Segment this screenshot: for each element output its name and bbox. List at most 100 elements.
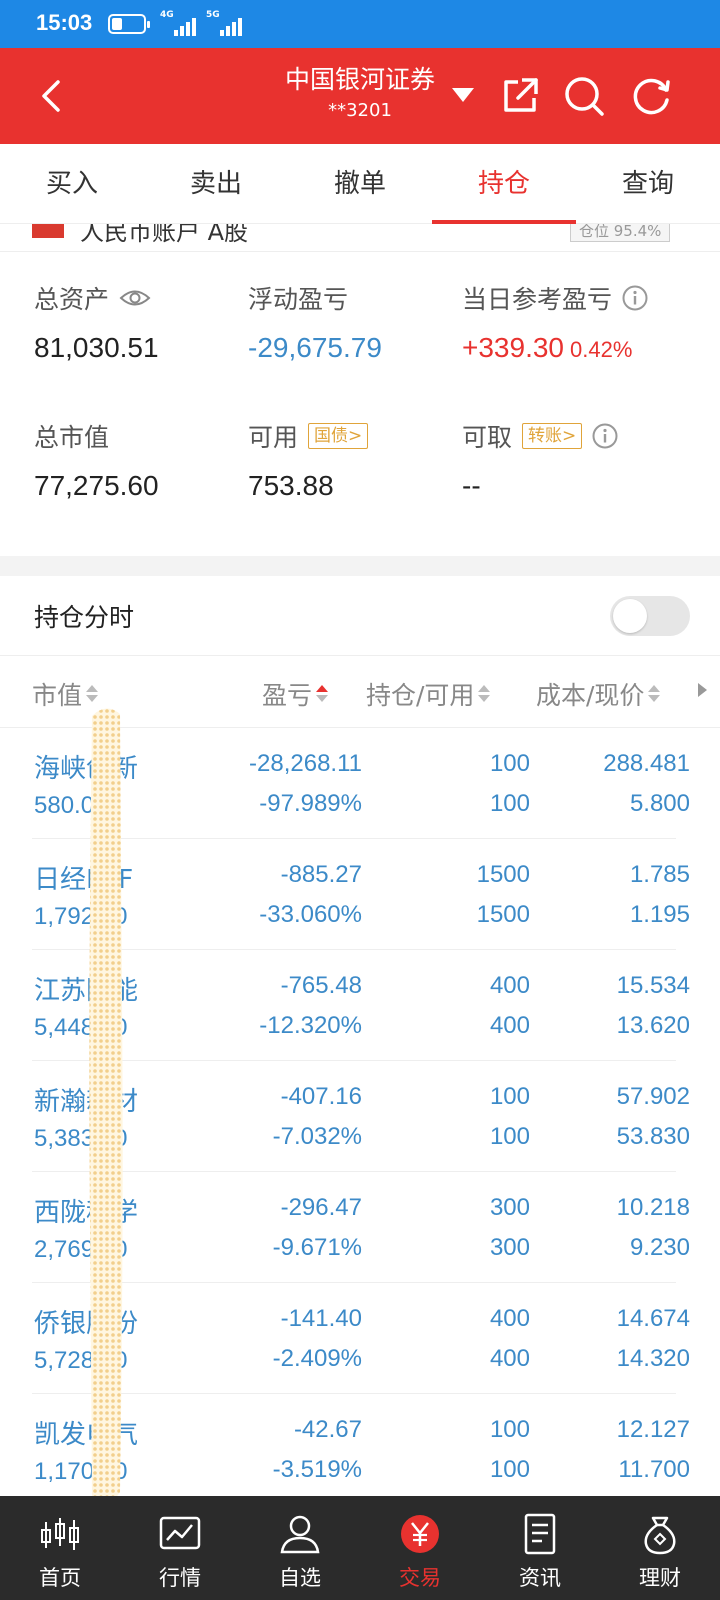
dropdown-icon[interactable] — [452, 88, 474, 102]
pl-rate-cell: -33.060% — [259, 901, 362, 928]
table-row[interactable]: 海峡创新 580.00 -28,268.11 -97.989% 100 100 288.48… — [32, 728, 690, 839]
price-cell: 1.195 — [629, 901, 690, 928]
person-icon — [280, 1515, 320, 1554]
tab-buy[interactable]: 买入 — [0, 144, 144, 224]
refresh-icon[interactable] — [630, 74, 674, 118]
withdrawable-label: 可取 — [462, 423, 513, 452]
scroll-right-icon[interactable] — [698, 683, 707, 697]
position-timeshare-toggle[interactable] — [610, 596, 690, 636]
position-ratio: 仓位 95.4% — [570, 224, 671, 242]
share-icon[interactable] — [498, 74, 542, 118]
price-cell: 11.700 — [618, 1456, 690, 1483]
market-value-value: 77,275.60 — [34, 470, 159, 501]
yuan-icon — [401, 1515, 439, 1553]
nav-market[interactable]: 行情 — [120, 1496, 240, 1600]
sort-icon — [86, 684, 99, 704]
price-cell: 5.800 — [629, 790, 690, 817]
sort-pl[interactable]: 盈亏 — [262, 676, 329, 712]
table-row[interactable]: 日经ETF 1,792.50 -885.27 -33.060% 1500 1500 1.78… — [32, 839, 690, 950]
floating-pl-label: 浮动盈亏 — [248, 285, 349, 314]
daily-pl-label: 当日参考盈亏 — [462, 285, 613, 314]
search-icon[interactable] — [562, 74, 606, 118]
status-time: 15:03 — [36, 10, 93, 35]
available-value: 753.88 — [248, 470, 334, 501]
battery-icon — [108, 14, 150, 34]
available-funds: 可用 国债> 753.88 — [248, 418, 369, 502]
account-type: 人民币账户 A股 — [80, 224, 249, 246]
total-assets: 总资产 81,030.51 — [34, 280, 159, 364]
holding-cell: 400 — [489, 972, 530, 999]
pl-rate-cell: -9.671% — [272, 1234, 362, 1261]
tab-sell[interactable]: 卖出 — [144, 144, 288, 224]
table-row[interactable]: 西陇科学 2,769.00 -296.47 -9.671% 300 300 10.218 9.… — [32, 1172, 690, 1283]
trade-tabs: 买入 卖出 撤单 持仓 查询 — [0, 144, 720, 224]
eye-icon[interactable] — [119, 287, 151, 309]
pl-cell: -42.67 — [293, 1416, 362, 1443]
holding-cell: 400 — [489, 1305, 530, 1332]
bottom-nav: 首页 行情 自选 交易 资讯 理财 — [0, 1496, 720, 1600]
transfer-button[interactable]: 转账> — [522, 423, 583, 449]
nav-news[interactable]: 资讯 — [480, 1496, 600, 1600]
available-cell: 100 — [489, 1123, 530, 1150]
account-number: **3201 — [328, 100, 392, 121]
nav-home[interactable]: 首页 — [0, 1496, 120, 1600]
status-bar: 15:03 4G 5G — [0, 0, 720, 48]
cny-flag-icon — [32, 224, 64, 238]
broker-selector[interactable]: 中国银河证券 **3201 — [250, 64, 470, 124]
holding-cell: 300 — [489, 1194, 530, 1221]
market-value: 总市值 77,275.60 — [34, 418, 159, 502]
pl-rate-cell: -7.032% — [272, 1123, 362, 1150]
asset-summary: 总资产 81,030.51 浮动盈亏 -29,675.79 当日参考盈亏 +33… — [0, 252, 720, 556]
price-cell: 53.830 — [616, 1123, 690, 1150]
chart-icon — [159, 1516, 201, 1550]
cost-cell: 12.127 — [616, 1416, 690, 1443]
table-row[interactable]: 江苏国能 5,448.00 -765.48 -12.320% 400 400 15.534 1… — [32, 950, 690, 1061]
sort-icon — [316, 684, 329, 704]
table-row[interactable]: 侨银股份 5,728.00 -141.40 -2.409% 400 400 14.674 14… — [32, 1283, 690, 1394]
cost-cell: 14.674 — [616, 1305, 690, 1332]
sort-cost[interactable]: 成本/现价 — [536, 676, 661, 712]
floating-pl-value: -29,675.79 — [248, 332, 382, 363]
floating-pl: 浮动盈亏 -29,675.79 — [248, 280, 382, 364]
price-cell: 9.230 — [629, 1234, 690, 1261]
pl-cell: -296.47 — [280, 1194, 362, 1221]
cost-cell: 15.534 — [616, 972, 690, 999]
available-cell: 400 — [489, 1012, 530, 1039]
tab-cancel[interactable]: 撤单 — [288, 144, 432, 224]
pl-rate-cell: -12.320% — [259, 1012, 362, 1039]
table-row[interactable]: 新瀚新材 5,383.00 -407.16 -7.032% 100 100 57.902 53… — [32, 1061, 690, 1172]
available-cell: 300 — [489, 1234, 530, 1261]
position-timeshare-label: 持仓分时 — [34, 603, 135, 632]
available-cell: 100 — [489, 1456, 530, 1483]
position-timeshare-row: 持仓分时 — [0, 576, 720, 656]
tab-positions[interactable]: 持仓 — [432, 144, 576, 224]
available-cell: 100 — [489, 790, 530, 817]
nav-wealth[interactable]: 理财 — [600, 1496, 720, 1600]
table-row[interactable]: 凯发电气 1,170.00 -42.67 -3.519% 100 100 12.127 11.… — [32, 1394, 690, 1505]
pl-rate-cell: -2.409% — [272, 1345, 362, 1372]
holding-cell: 100 — [489, 1083, 530, 1110]
treasury-bond-button[interactable]: 国债> — [308, 423, 369, 449]
total-assets-value: 81,030.51 — [34, 332, 159, 363]
cost-cell: 10.218 — [616, 1194, 690, 1221]
info-icon[interactable] — [622, 285, 648, 311]
holding-cell: 100 — [489, 750, 530, 777]
broker-name: 中国银河证券 — [284, 65, 435, 94]
candlestick-icon — [41, 1518, 79, 1550]
daily-pl: 当日参考盈亏 +339.30 0.42% — [462, 280, 648, 364]
nav-watchlist[interactable]: 自选 — [240, 1496, 360, 1600]
pl-rate-cell: -97.989% — [259, 790, 362, 817]
daily-pl-percent: 0.42% — [570, 337, 633, 362]
tab-query[interactable]: 查询 — [576, 144, 720, 224]
pl-cell: -765.48 — [280, 972, 362, 999]
pl-rate-cell: -3.519% — [272, 1456, 362, 1483]
available-cell: 1500 — [476, 901, 530, 928]
pl-cell: -407.16 — [280, 1083, 362, 1110]
nav-trade[interactable]: 交易 — [360, 1496, 480, 1600]
section-divider — [0, 556, 720, 576]
back-icon[interactable] — [34, 76, 74, 116]
account-row[interactable]: 人民币账户 A股 仓位 95.4% — [0, 224, 720, 252]
info-icon[interactable] — [592, 423, 618, 449]
document-icon — [524, 1513, 556, 1555]
sort-holding[interactable]: 持仓/可用 — [366, 676, 491, 712]
